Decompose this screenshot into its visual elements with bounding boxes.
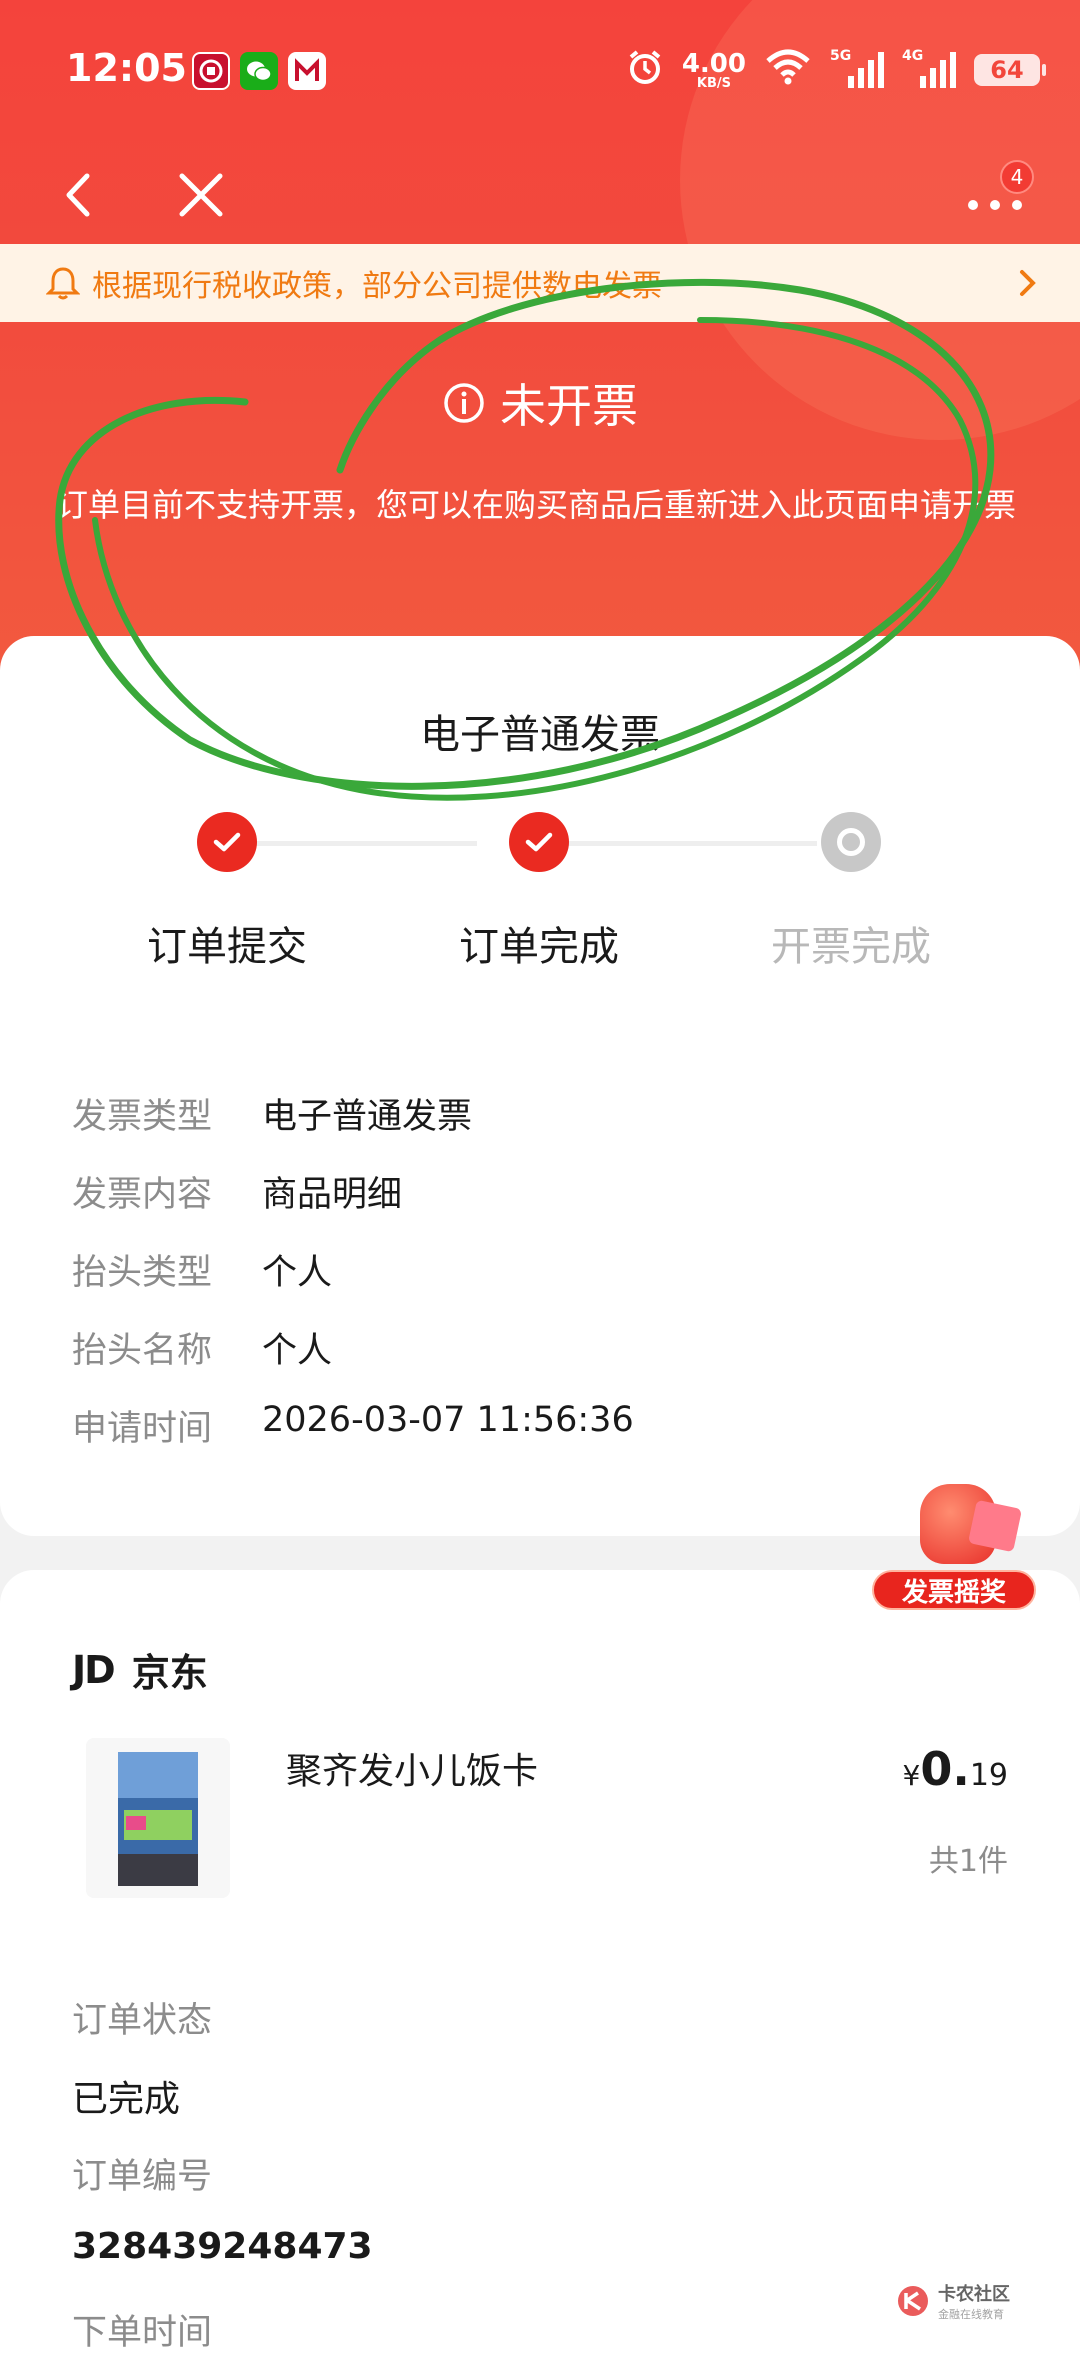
step-done-icon [509,812,569,872]
info-value: 电子普通发票 [262,1097,473,1137]
red-envelope-icon [967,1499,1023,1553]
shop-header[interactable]: JD 京东 [72,1642,208,1697]
step-label-complete: 订单完成 [459,924,619,970]
close-button[interactable] [166,160,236,230]
info-value: 个人 [262,1331,333,1371]
invoice-type-title: 电子普通发票 [420,712,660,758]
info-key: 发票类型 [72,1097,213,1137]
step-connector [227,841,477,846]
signal-5g-icon: 5G [830,48,884,88]
watermark-logo-icon [898,2286,928,2316]
info-row-apply-time: 申请时间 2026-03-07 11:56:36 [72,1400,634,1451]
alarm-icon [626,48,664,92]
community-watermark: 卡农社区 金融在线教育 [896,2280,1010,2322]
info-key: 发票内容 [72,1175,213,1215]
info-row-invoice-type: 发票类型 电子普通发票 [72,1088,472,1139]
info-key: 抬头名称 [72,1331,213,1371]
product-price: ¥ 0. 19 [903,1742,1009,1796]
info-row-title-type: 抬头类型 个人 [72,1244,332,1295]
product-name[interactable]: 聚齐发小儿饭卡 [286,1742,538,1794]
status-title-text: 未开票 [500,379,638,433]
product-quantity: 共1件 [928,1844,1008,1879]
order-status-label: 订单状态 [72,2001,213,2041]
top-navigation: 4 [0,150,1080,240]
bank-app-icon [192,52,230,90]
network-speed-value: 4.00 [681,48,746,79]
invoice-status-description: 订单目前不支持开票，您可以在购买商品后重新进入此页面申请开票 [56,486,1017,524]
message-count-badge: 4 [1000,160,1034,194]
chevron-right-icon [1020,270,1036,296]
price-decimal: 19 [969,1758,1008,1793]
step-label-invoiced: 开票完成 [771,924,931,970]
order-card: JD 京东 聚齐发小儿饭卡 ¥ 0. 19 共1件 订单状态 已完成 订单编号 … [0,1570,1080,2372]
info-value: 个人 [262,1253,333,1293]
order-number-label: 订单编号 [72,2157,213,2197]
lottery-label: 发票摇奖 [872,1570,1036,1610]
status-bar: 12:05 4.00 KB/S 5G 4G 64 [0,0,1080,140]
step-pending-icon [821,812,881,872]
info-icon [444,383,484,423]
status-indicators: 4.00 KB/S 5G 4G 64 [626,48,1046,92]
invoice-lottery-button[interactable]: 发票摇奖 [872,1484,1036,1614]
status-time: 12:05 [66,46,187,90]
step-label-submit: 订单提交 [147,924,307,970]
signal-4g-label: 4G [902,48,924,64]
invoice-status-title: 未开票 [0,370,1080,436]
close-icon [179,173,223,217]
network-speed: 4.00 KB/S [682,51,746,90]
bell-icon [46,267,80,300]
invoice-card: 电子普通发票 订单提交 订单完成 开票完成 发票类型 电子普通发票 发票内容 商… [0,636,1080,1536]
step-done-icon [197,812,257,872]
network-speed-unit: KB/S [696,75,731,91]
watermark-title: 卡农社区 [938,2284,1010,2305]
more-dots-icon [968,200,1022,210]
back-button[interactable] [44,160,114,230]
shop-name: 京东 [131,1651,208,1695]
tax-notice-bar[interactable]: 根据现行税收政策，部分公司提供数电发票 [0,244,1080,322]
price-integer: 0. [920,1742,970,1796]
battery-icon: 64 [974,54,1046,86]
order-status-value: 已完成 [72,2079,181,2120]
wifi-icon [764,49,812,91]
order-time-label: 下单时间 [72,2313,213,2353]
signal-4g-icon: 4G [902,48,956,88]
more-button[interactable]: 4 [950,160,1040,230]
info-key: 抬头类型 [72,1253,213,1293]
jd-logo: JD [72,1647,116,1692]
watermark-subtitle: 金融在线教育 [938,2308,1004,2321]
signal-5g-label: 5G [830,48,852,64]
order-number-value[interactable]: 328439248473 [72,2226,373,2267]
info-row-invoice-content: 发票内容 商品明细 [72,1166,402,1217]
info-key: 申请时间 [72,1409,213,1449]
battery-level: 64 [990,56,1024,84]
bank-logo-icon [288,52,326,90]
step-connector [539,841,817,846]
info-value: 商品明细 [262,1175,403,1215]
info-row-title-name: 抬头名称 个人 [72,1322,332,1373]
notice-text: 根据现行税收政策，部分公司提供数电发票 [92,269,662,304]
price-currency: ¥ [902,1759,921,1792]
chevron-left-icon [66,173,90,217]
info-value: 2026-03-07 11:56:36 [262,1400,634,1440]
product-image[interactable] [86,1738,230,1898]
wechat-icon [240,52,278,90]
